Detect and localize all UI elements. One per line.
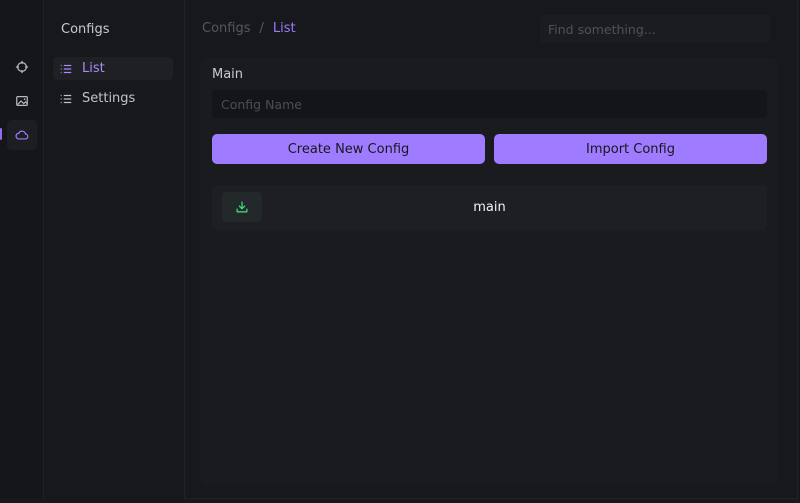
rail-item-crosshair[interactable] [7, 52, 37, 82]
download-icon [236, 201, 248, 213]
list-icon [60, 94, 72, 103]
config-name: main [473, 200, 506, 215]
create-config-button[interactable]: Create New Config [212, 134, 485, 164]
active-rail-indicator [0, 128, 2, 140]
config-name-input[interactable] [212, 90, 767, 118]
breadcrumb-list: List [272, 21, 296, 36]
rail-item-cloud[interactable] [7, 120, 37, 150]
breadcrumb-configs[interactable]: Configs [202, 21, 250, 36]
breadcrumb-separator: / [259, 21, 264, 36]
configs-sidebar: Configs List Settings [45, 0, 185, 499]
sidebar-item-settings[interactable]: Settings [53, 87, 173, 110]
sidebar-item-label: List [82, 61, 105, 76]
icon-rail [0, 0, 44, 499]
breadcrumb: Configs / List [202, 21, 296, 36]
cloud-icon [15, 130, 29, 140]
config-list-item[interactable]: main [212, 185, 767, 230]
panel-title: Main [212, 67, 244, 82]
import-config-button[interactable]: Import Config [494, 134, 767, 164]
sidebar-title: Configs [61, 22, 110, 37]
list-icon [60, 64, 72, 73]
crosshair-icon [15, 60, 29, 74]
image-icon [16, 96, 28, 106]
search-input[interactable] [540, 15, 770, 43]
app-window: Configs List Settings Configs / List Mai… [0, 0, 798, 499]
sidebar-item-list[interactable]: List [53, 57, 173, 80]
download-config-button[interactable] [222, 192, 262, 222]
rail-item-image[interactable] [7, 86, 37, 116]
main-panel: Main Create New Config Import Config mai… [200, 58, 778, 485]
sidebar-item-label: Settings [82, 91, 136, 106]
